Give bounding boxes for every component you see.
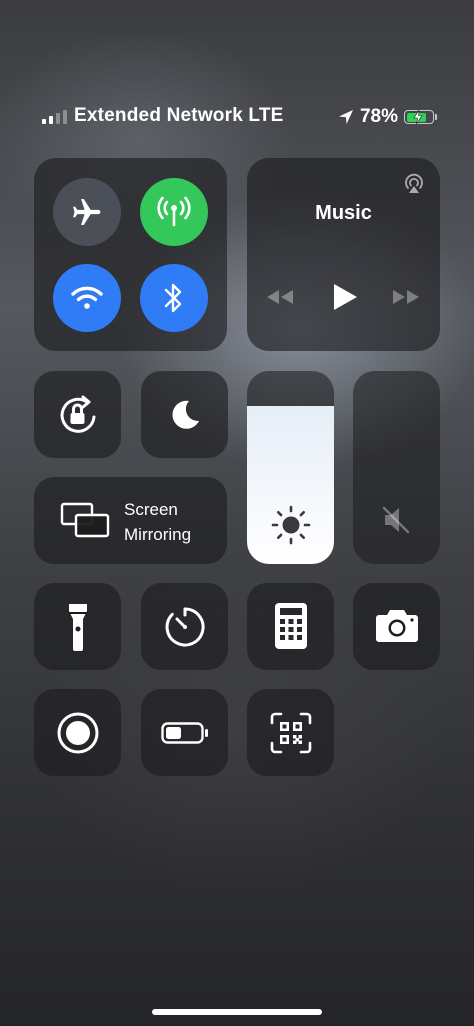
antenna-icon (157, 196, 191, 227)
carrier-label: Extended Network LTE (74, 105, 284, 126)
brightness-slider[interactable] (247, 371, 334, 564)
low-power-battery-icon (161, 722, 208, 744)
speaker-muted-icon (382, 506, 410, 534)
screen-mirroring-label-line2: Mirroring (124, 525, 192, 544)
bluetooth-toggle[interactable] (140, 264, 208, 332)
screen-record-icon (57, 712, 99, 754)
screen-record-button[interactable] (34, 689, 121, 776)
battery-percentage: 78% (359, 106, 398, 127)
do-not-disturb-button[interactable] (141, 371, 228, 458)
airplay-icon[interactable] (402, 172, 426, 196)
qr-code-scanner-icon (270, 712, 312, 754)
status-bar: Extended Network LTE 78% (40, 104, 437, 130)
calculator-button[interactable] (247, 583, 334, 670)
orientation-lock-button[interactable] (34, 371, 121, 458)
airplane-icon (73, 198, 101, 226)
music-panel[interactable]: Music (247, 158, 440, 351)
timer-button[interactable] (141, 583, 228, 670)
signal-strength-icon (42, 110, 67, 124)
qr-code-scanner-button[interactable] (247, 689, 334, 776)
volume-slider[interactable] (353, 371, 440, 564)
wifi-toggle[interactable] (53, 264, 121, 332)
rewind-icon[interactable] (265, 287, 295, 307)
timer-icon (165, 607, 205, 647)
music-title: Music (315, 202, 372, 224)
cellular-data-toggle[interactable] (140, 178, 208, 246)
connectivity-panel (34, 158, 227, 351)
calculator-icon (275, 603, 307, 649)
location-arrow-icon (338, 110, 353, 124)
home-indicator[interactable] (152, 1009, 322, 1015)
camera-button[interactable] (353, 583, 440, 670)
sun-icon (271, 505, 311, 545)
play-icon[interactable] (331, 282, 359, 312)
moon-icon (172, 400, 199, 429)
battery-charging-icon (404, 110, 437, 124)
camera-icon (376, 610, 418, 642)
airplane-mode-toggle[interactable] (53, 178, 121, 246)
flashlight-icon (69, 604, 87, 651)
screen-mirroring-button[interactable]: Screen Mirroring (34, 477, 227, 564)
fast-forward-icon[interactable] (391, 287, 421, 307)
bluetooth-icon (164, 283, 182, 313)
screen-mirroring-label-line1: Screen (124, 500, 178, 519)
low-power-mode-button[interactable] (141, 689, 228, 776)
screen-mirroring-icon (60, 502, 110, 538)
flashlight-button[interactable] (34, 583, 121, 670)
rotation-lock-icon (60, 395, 96, 433)
wifi-icon (71, 286, 103, 309)
